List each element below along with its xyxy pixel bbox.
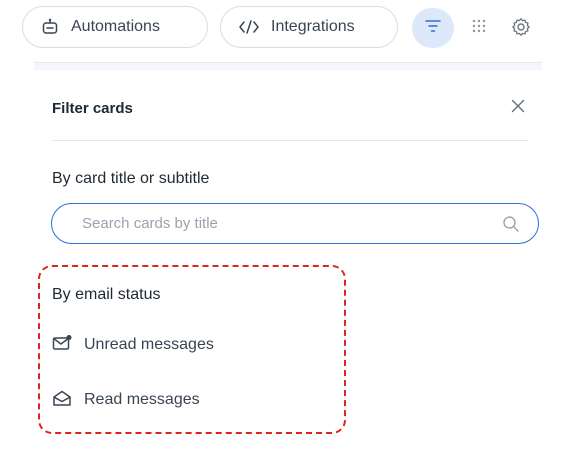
close-button[interactable] <box>508 98 528 118</box>
filter-icon <box>425 19 441 38</box>
search-cards-field[interactable] <box>51 203 539 244</box>
filter-button[interactable] <box>412 8 454 48</box>
top-toolbar: Automations Integrations <box>0 0 573 58</box>
code-icon <box>239 19 259 35</box>
integrations-label: Integrations <box>271 18 355 35</box>
read-messages-label: Read messages <box>84 391 200 408</box>
automations-label: Automations <box>71 18 160 35</box>
close-icon <box>511 99 525 118</box>
email-status-heading: By email status <box>52 286 161 303</box>
gear-icon <box>511 17 531 42</box>
search-icon[interactable] <box>500 213 522 235</box>
toolbar-divider <box>34 62 542 70</box>
title-filter-heading: By card title or subtitle <box>52 170 210 187</box>
filter-cards-screen: Automations Integrations Filter cards By… <box>0 0 573 452</box>
read-messages-option[interactable]: Read messages <box>52 387 200 413</box>
apps-grid-button[interactable] <box>467 16 491 40</box>
unread-mail-icon <box>52 334 72 357</box>
filter-panel-header: Filter cards <box>52 93 528 123</box>
unread-messages-option[interactable]: Unread messages <box>52 332 214 358</box>
search-input[interactable] <box>82 215 500 232</box>
filter-panel-title: Filter cards <box>52 99 133 117</box>
robot-icon <box>41 18 59 36</box>
settings-button[interactable] <box>508 16 534 42</box>
read-mail-icon <box>52 389 72 412</box>
integrations-button[interactable]: Integrations <box>220 6 398 48</box>
panel-divider <box>52 140 528 141</box>
automations-button[interactable]: Automations <box>22 6 208 48</box>
grid-dots-icon <box>471 18 487 39</box>
unread-messages-label: Unread messages <box>84 336 214 353</box>
